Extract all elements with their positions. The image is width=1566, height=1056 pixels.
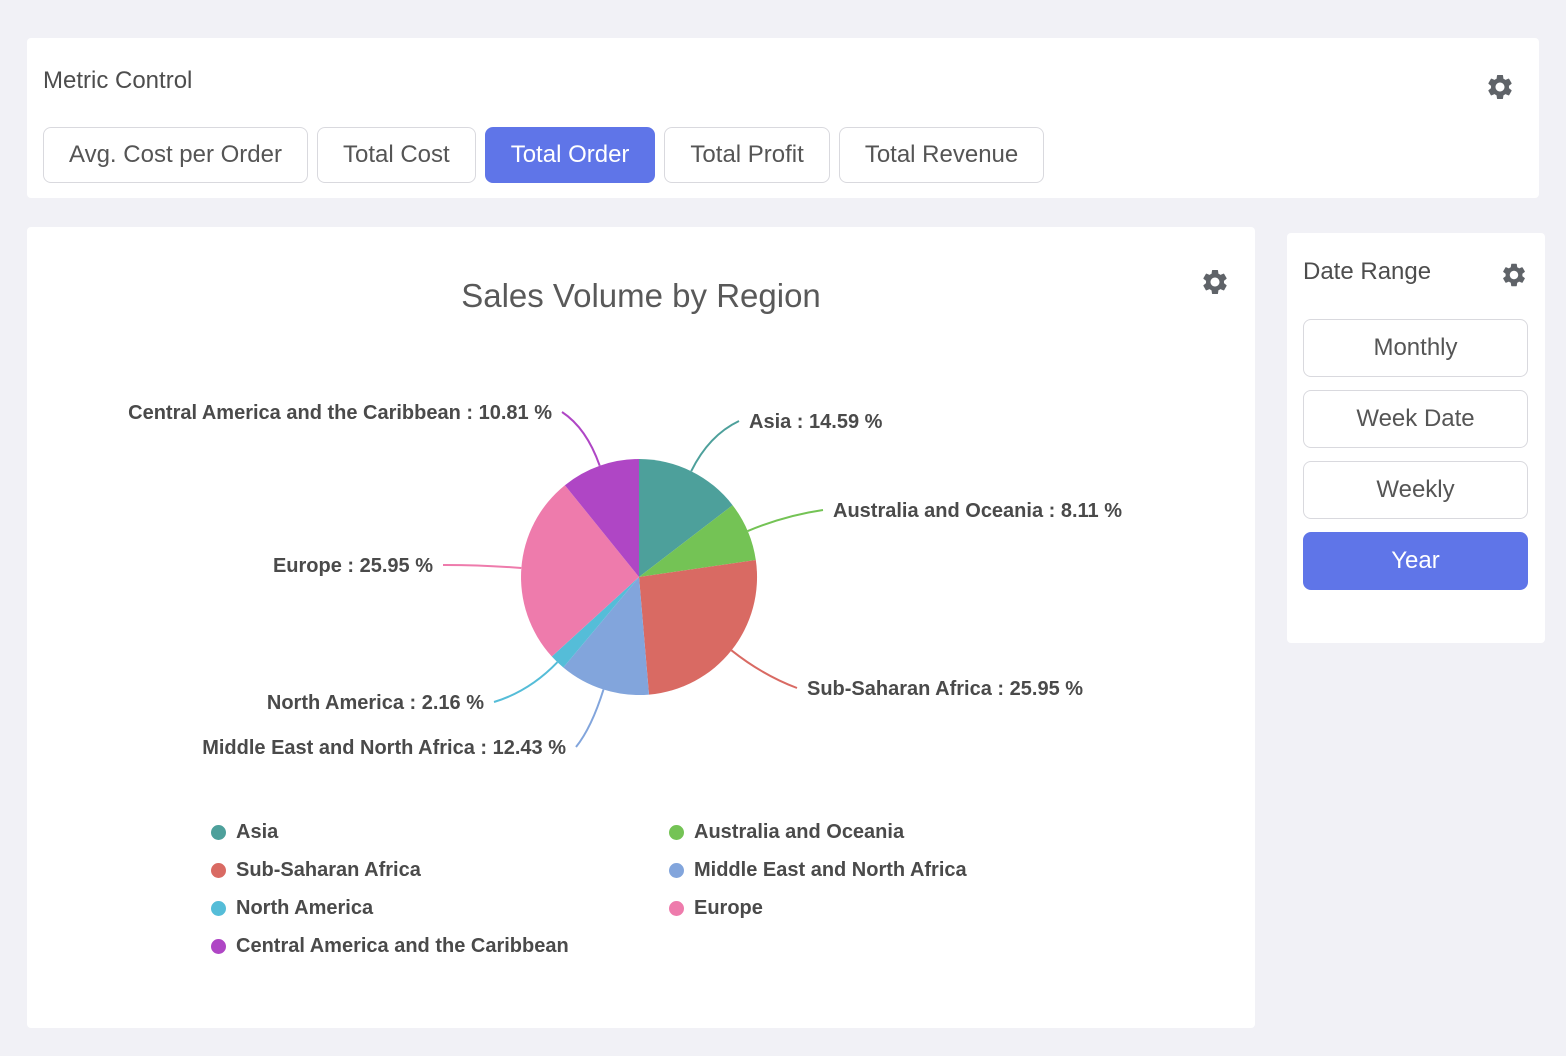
legend-label-middle-east-and-north-africa: Middle East and North Africa — [694, 859, 967, 882]
pie-label-sub-saharan-africa: Sub-Saharan Africa : 25.95 % — [807, 678, 1083, 700]
legend-item-australia-and-oceania[interactable]: Australia and Oceania — [669, 820, 967, 845]
legend-item-sub-saharan-africa[interactable]: Sub-Saharan Africa — [211, 858, 669, 883]
date-range-header: Date Range — [1303, 257, 1528, 289]
legend-dot-australia-and-oceania — [669, 825, 684, 840]
pie-label-australia-and-oceania: Australia and Oceania : 8.11 % — [833, 500, 1122, 522]
pie-label-line-asia — [691, 421, 739, 471]
pie-label-line-australia-and-oceania — [748, 510, 823, 531]
legend-label-central-america-and-the-caribbean: Central America and the Caribbean — [236, 935, 569, 958]
legend-item-europe[interactable]: Europe — [669, 896, 967, 921]
metric-control-panel: Metric Control Avg. Cost per OrderTotal … — [27, 38, 1539, 198]
date-range-panel: Date Range Monthly Week Date Weekly Year — [1287, 233, 1545, 643]
legend-item-central-america-and-the-caribbean[interactable]: Central America and the Caribbean — [211, 934, 669, 959]
pie-label-line-middle-east-and-north-africa — [576, 690, 604, 748]
legend-label-asia: Asia — [236, 821, 278, 844]
metric-settings-gear-icon[interactable] — [1485, 72, 1515, 102]
metric-control-header: Metric Control — [43, 66, 1515, 102]
metric-button-total-order[interactable]: Total Order — [485, 127, 656, 183]
metric-button-group: Avg. Cost per OrderTotal CostTotal Order… — [43, 127, 1515, 183]
pie-label-central-america-and-the-caribbean: Central America and the Caribbean : 10.8… — [128, 402, 552, 424]
date-range-settings-gear-icon[interactable] — [1500, 261, 1528, 289]
legend-dot-europe — [669, 901, 684, 916]
date-range-button-week-date[interactable]: Week Date — [1303, 390, 1528, 448]
legend-dot-north-america — [211, 901, 226, 916]
legend-label-sub-saharan-africa: Sub-Saharan Africa — [236, 859, 421, 882]
pie-label-line-north-america — [494, 662, 557, 702]
legend-label-north-america: North America — [236, 897, 373, 920]
metric-button-total-revenue[interactable]: Total Revenue — [839, 127, 1044, 183]
pie-slice-sub-saharan-africa[interactable] — [639, 560, 757, 695]
pie-label-asia: Asia : 14.59 % — [749, 411, 883, 433]
date-range-button-year[interactable]: Year — [1303, 532, 1528, 590]
gear-icon — [1500, 261, 1528, 289]
legend-item-north-america[interactable]: North America — [211, 896, 669, 921]
date-range-button-group: Monthly Week Date Weekly Year — [1303, 319, 1528, 590]
pie-label-line-europe — [443, 565, 521, 568]
legend-label-australia-and-oceania: Australia and Oceania — [694, 821, 904, 844]
pie-label-line-central-america-and-the-caribbean — [562, 412, 600, 466]
metric-button-total-cost[interactable]: Total Cost — [317, 127, 476, 183]
pie-label-line-sub-saharan-africa — [731, 650, 797, 688]
chart-legend: Asia Australia and Oceania Sub-Saharan Afr… — [211, 820, 967, 959]
date-range-title: Date Range — [1303, 257, 1431, 287]
legend-item-asia[interactable]: Asia — [211, 820, 669, 845]
legend-dot-asia — [211, 825, 226, 840]
sales-volume-chart-panel: Sales Volume by Region Asia : 14.59 %Aus… — [27, 227, 1255, 1028]
gear-icon — [1485, 72, 1515, 102]
pie-label-north-america: North America : 2.16 % — [267, 692, 484, 714]
legend-dot-middle-east-and-north-africa — [669, 863, 684, 878]
legend-dot-sub-saharan-africa — [211, 863, 226, 878]
legend-item-middle-east-and-north-africa[interactable]: Middle East and North Africa — [669, 858, 967, 883]
date-range-button-weekly[interactable]: Weekly — [1303, 461, 1528, 519]
legend-dot-central-america-and-the-caribbean — [211, 939, 226, 954]
metric-button-total-profit[interactable]: Total Profit — [664, 127, 829, 183]
pie-label-europe: Europe : 25.95 % — [273, 555, 433, 577]
metric-button-avg-cost-per-order[interactable]: Avg. Cost per Order — [43, 127, 308, 183]
metric-control-title: Metric Control — [43, 66, 192, 96]
legend-label-europe: Europe — [694, 897, 763, 920]
pie-label-middle-east-and-north-africa: Middle East and North Africa : 12.43 % — [202, 737, 566, 759]
date-range-button-monthly[interactable]: Monthly — [1303, 319, 1528, 377]
